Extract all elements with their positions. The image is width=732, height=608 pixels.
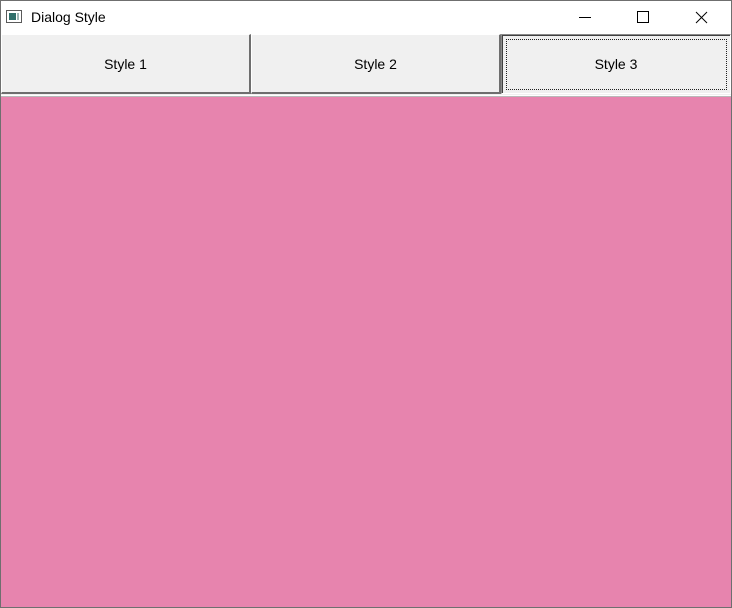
window-title: Dialog Style [31, 9, 106, 25]
minimize-button[interactable] [562, 1, 608, 34]
style-2-label: Style 2 [354, 55, 397, 72]
app-icon-side [17, 13, 19, 20]
style-button-bar: Style 1 Style 2 Style 3 [1, 34, 731, 95]
app-window-icon [6, 10, 22, 23]
style-3-label: Style 3 [594, 56, 638, 72]
style-2-button[interactable]: Style 2 [251, 34, 501, 94]
title-bar[interactable]: Dialog Style [1, 1, 731, 34]
dialog-window: Dialog Style Style 1 Style 2 Style 3 [0, 0, 732, 608]
maximize-icon [637, 11, 649, 23]
app-icon-pane [9, 13, 16, 20]
style-1-button[interactable]: Style 1 [1, 34, 251, 94]
maximize-button[interactable] [620, 1, 666, 34]
minimize-icon [579, 17, 591, 18]
close-icon [695, 11, 708, 24]
style-3-button[interactable]: Style 3 [501, 34, 731, 94]
styled-content-area [1, 96, 731, 607]
close-button[interactable] [678, 1, 724, 34]
style-1-label: Style 1 [104, 55, 147, 72]
